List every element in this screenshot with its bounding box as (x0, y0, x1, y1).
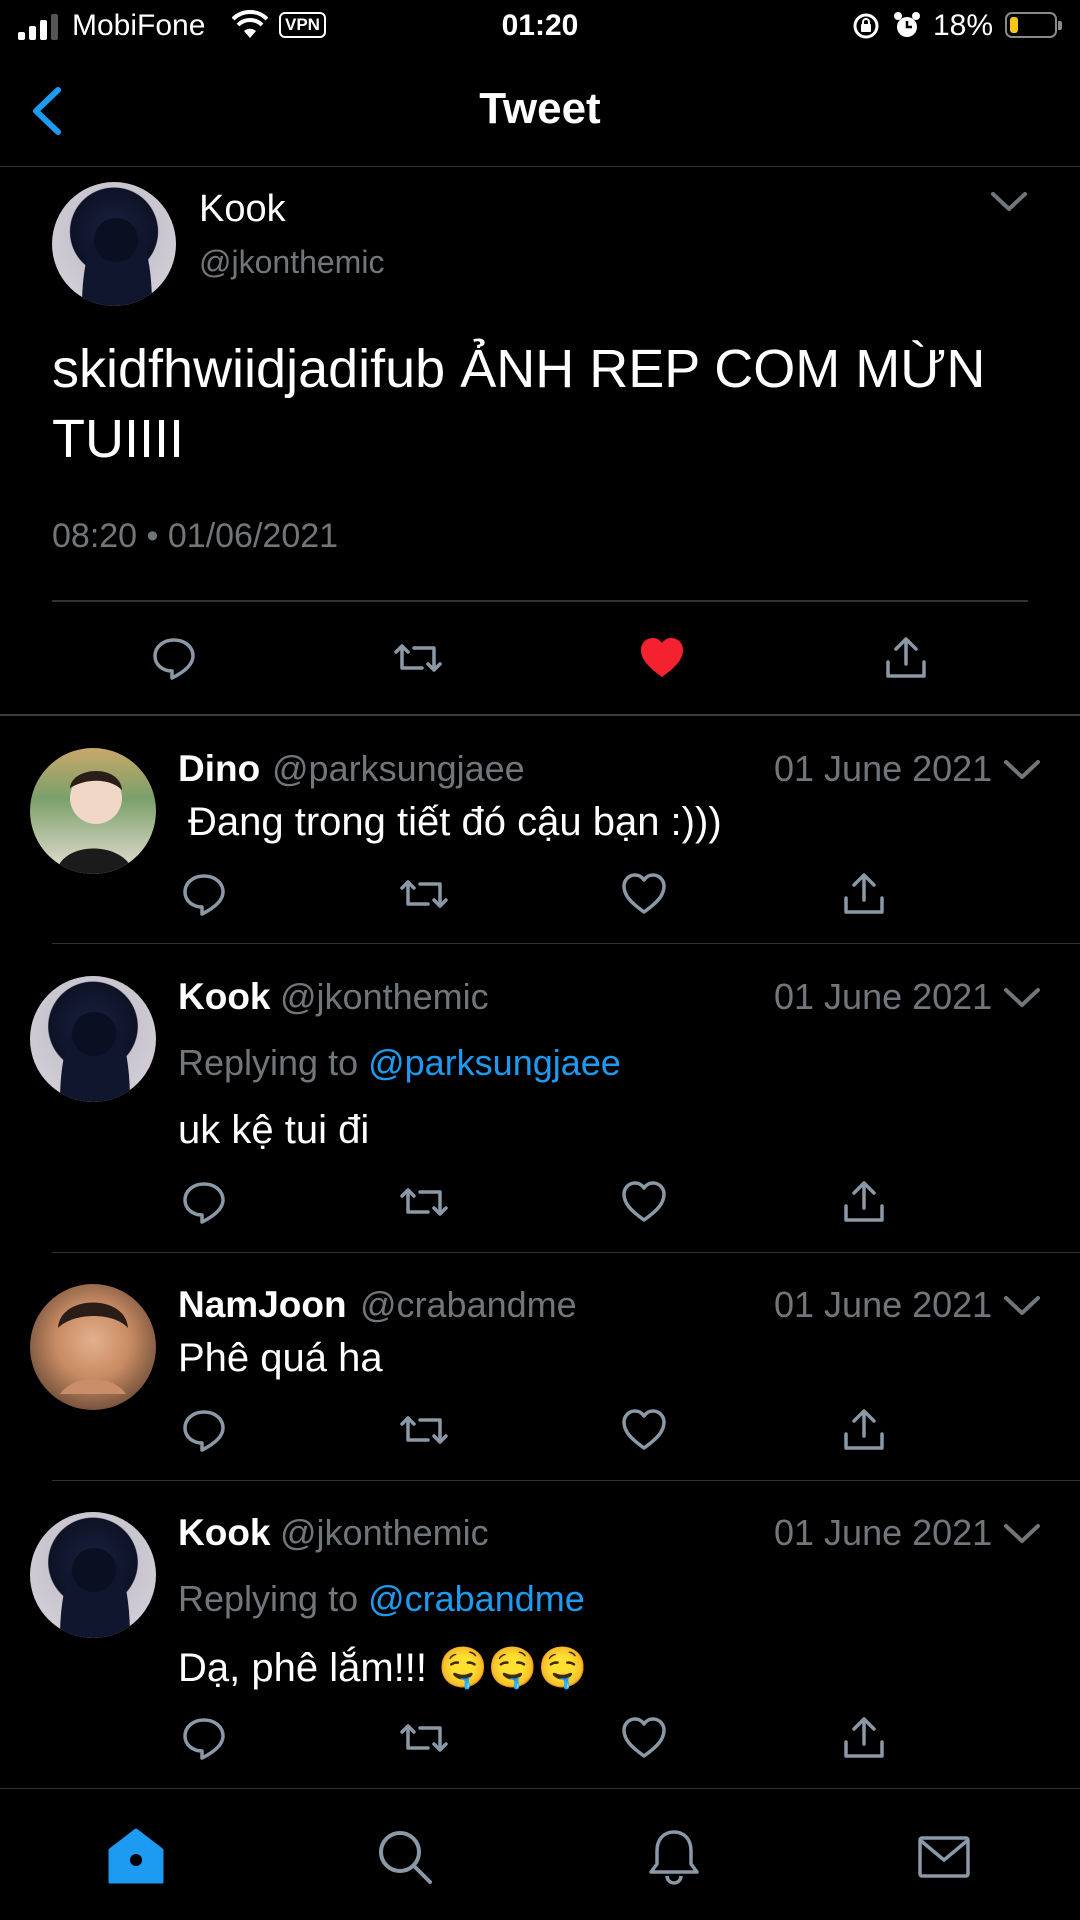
reply-icon[interactable] (180, 870, 228, 918)
caret-down-icon[interactable] (1000, 982, 1044, 1012)
reply-icon[interactable] (180, 1178, 228, 1226)
main-tweet-text: skidfhwiidjadifub ẢNH REP COM MỪN TUIIII (52, 339, 986, 469)
reply-text: uk kệ tui đi (178, 1108, 370, 1152)
tab-bar-divider (0, 1788, 1080, 1789)
mention-link[interactable]: @parksungjaee (368, 1042, 621, 1083)
main-tweet-avatar[interactable] (52, 182, 176, 306)
battery-icon (1005, 12, 1062, 38)
reply-handle[interactable]: @crabandme (360, 1284, 577, 1326)
search-icon[interactable] (374, 1826, 434, 1886)
reply-avatar[interactable] (30, 748, 156, 874)
reply-date: 01 June 2021 (774, 976, 993, 1017)
heart-icon[interactable] (638, 634, 686, 682)
reply-avatar[interactable] (30, 1512, 156, 1638)
heart-icon[interactable] (620, 1406, 668, 1454)
share-icon[interactable] (840, 870, 888, 918)
caret-down-icon[interactable] (987, 186, 1031, 216)
main-tweet-name[interactable]: Kook (199, 188, 286, 231)
reply-icon[interactable] (150, 634, 198, 682)
reply-name[interactable]: Dino (178, 748, 260, 790)
heart-icon[interactable] (620, 1178, 668, 1226)
reply-text: Đang trong tiết đó cậu bạn :))) (188, 800, 722, 844)
reply-date: 01 June 2021 (774, 748, 993, 789)
retweet-icon[interactable] (400, 1178, 448, 1226)
page-title: Tweet (479, 84, 601, 133)
reply-icon[interactable] (180, 1406, 228, 1454)
divider (52, 1480, 1080, 1481)
reply-icon[interactable] (180, 1714, 228, 1762)
rotation-lock-icon (853, 13, 879, 39)
share-icon[interactable] (840, 1714, 888, 1762)
reply-text: Phê quá ha (178, 1336, 383, 1380)
caret-down-icon[interactable] (1000, 1518, 1044, 1548)
share-icon[interactable] (882, 634, 930, 682)
reply-date: 01 June 2021 (774, 1284, 993, 1325)
reply-name[interactable]: Kook (178, 1512, 271, 1554)
alarm-icon (894, 12, 920, 37)
replying-to: Replying to @parksungjaee (178, 1042, 621, 1083)
reply-name[interactable]: NamJoon (178, 1284, 347, 1326)
reply-handle[interactable]: @parksungjaee (272, 748, 525, 790)
heart-icon[interactable] (620, 870, 668, 918)
reply-avatar[interactable] (30, 1284, 156, 1410)
reply-date: 01 June 2021 (774, 1512, 993, 1553)
retweet-icon[interactable] (400, 1714, 448, 1762)
heart-icon[interactable] (620, 1714, 668, 1762)
status-bar: MobiFone VPN 01:20 18% (0, 0, 1080, 54)
share-icon[interactable] (840, 1406, 888, 1454)
mail-icon[interactable] (914, 1826, 974, 1886)
divider (52, 943, 1080, 944)
divider (0, 714, 1080, 716)
divider (52, 600, 1028, 602)
reply-handle[interactable]: @jkonthemic (280, 976, 489, 1018)
reply-handle[interactable]: @jkonthemic (280, 1512, 489, 1554)
main-tweet-timestamp[interactable]: 08:20 • 01/06/2021 (52, 517, 338, 556)
divider (52, 1252, 1080, 1253)
retweet-icon[interactable] (400, 1406, 448, 1454)
reply-name[interactable]: Kook (178, 976, 271, 1018)
bell-icon[interactable] (644, 1826, 704, 1886)
caret-down-icon[interactable] (1000, 754, 1044, 784)
home-icon[interactable] (106, 1826, 166, 1886)
reply-avatar[interactable] (30, 976, 156, 1102)
battery-percent: 18% (933, 9, 994, 42)
share-icon[interactable] (840, 1178, 888, 1226)
header-divider (0, 166, 1080, 167)
reply-text: Dạ, phê lắm!!! 🤤🤤🤤 (178, 1646, 588, 1690)
caret-down-icon[interactable] (1000, 1290, 1044, 1320)
replying-to: Replying to @crabandme (178, 1578, 585, 1619)
retweet-icon[interactable] (394, 634, 442, 682)
retweet-icon[interactable] (400, 870, 448, 918)
mention-link[interactable]: @crabandme (368, 1578, 585, 1619)
main-tweet-handle[interactable]: @jkonthemic (199, 244, 384, 281)
